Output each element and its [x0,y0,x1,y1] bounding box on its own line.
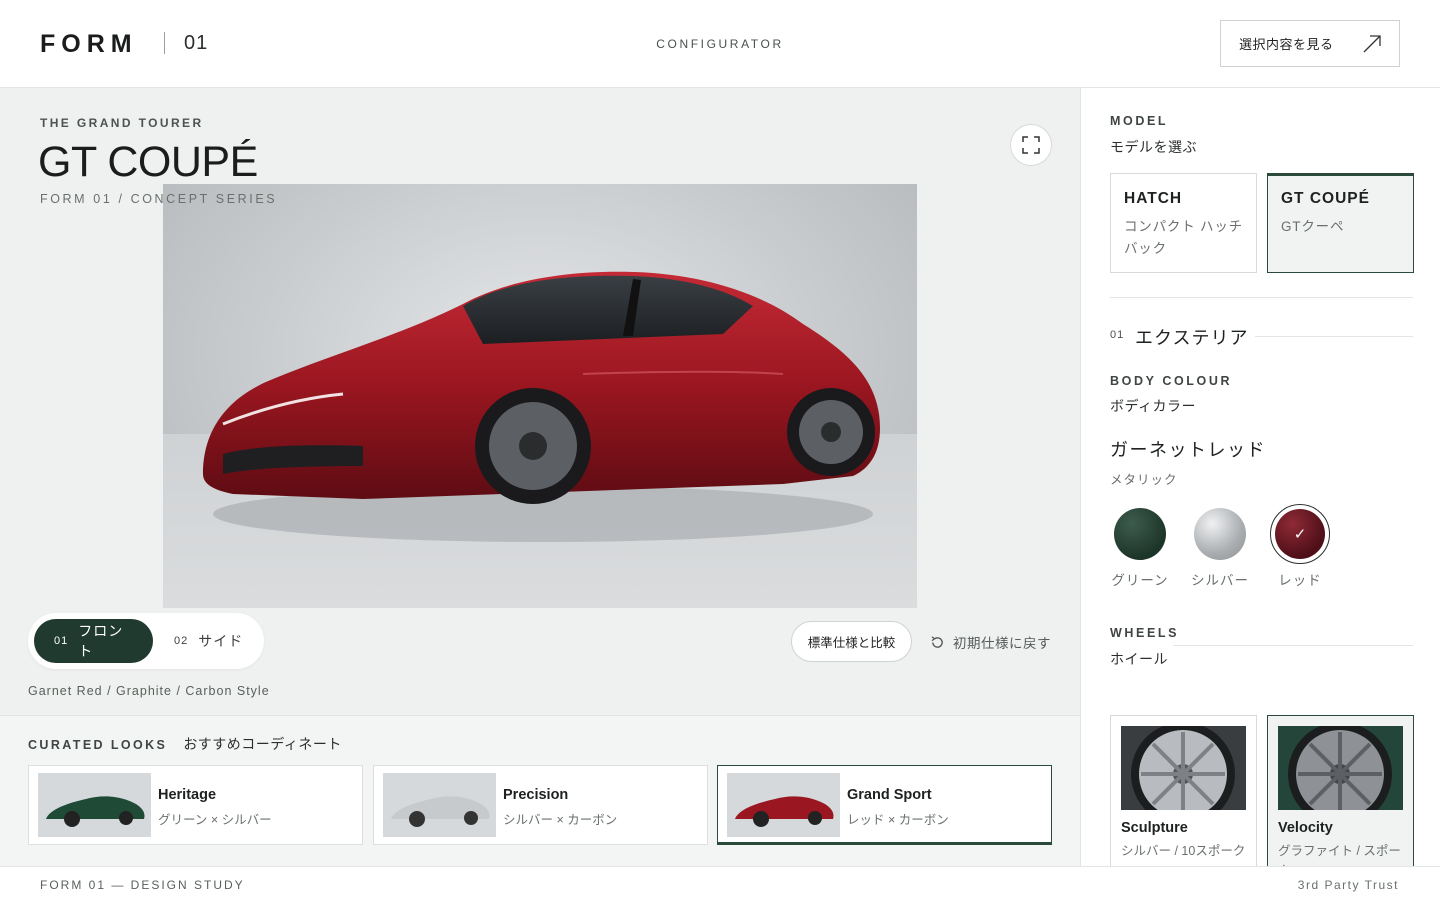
view-side-label: サイド [198,633,244,649]
footer-study-label: FORM 01 — DESIGN STUDY [40,878,245,892]
compare-standard-button[interactable]: 標準仕様と比較 [791,621,912,662]
look-name: Grand Sport [847,787,932,803]
car-stage: THE GRAND TOURER GT COUPÉ FORM 01 / CONC… [0,88,1080,715]
model-option-title: HATCH [1124,190,1183,207]
rotate-ccw-icon [931,635,943,648]
look-description: レッド × カーボン [847,813,949,827]
current-spec-summary: Garnet Red / Graphite / Carbon Style [28,684,270,698]
swatch-label-red: レッド [1278,573,1322,588]
model-title: GT COUPÉ [38,138,258,186]
look-thumbnail [727,773,840,837]
app-header: FORM 01 CONFIGURATOR 選択内容を見る [0,0,1440,88]
reset-spec-link[interactable]: 初期仕様に戻す [930,632,1051,652]
model-option-gt-coupe[interactable]: GT COUPÉ GTクーペ [1267,173,1414,273]
model-option-description: コンパクト ハッチバック [1124,219,1243,256]
wheels-section-label: WHEELS [1110,626,1180,640]
look-card-grand-sport[interactable]: Grand Sport レッド × カーボン [717,765,1052,845]
wheel-option-description: グラファイト / スポーク [1278,844,1401,866]
curated-looks-section: CURATED LOOKS おすすめコーディネート Heritage グリーン … [0,715,1080,866]
body-colour-label: BODY COLOUR [1110,374,1233,388]
selected-colour-name: ガーネットレッド [1110,440,1266,460]
look-card-precision[interactable]: Precision シルバー × カーボン [373,765,708,845]
selected-colour-finish: メタリック [1110,473,1178,487]
view-side-button[interactable]: 02 サイド [154,619,263,663]
view-selection-button[interactable]: 選択内容を見る [1220,20,1400,67]
view-front-number: 01 [54,635,69,647]
model-section-label: MODEL [1110,114,1169,128]
colour-swatch-red[interactable]: ✓ [1270,504,1330,564]
fullscreen-button[interactable] [1010,124,1052,166]
view-front-label: フロント [78,623,124,659]
model-section-subtitle: モデルを選ぶ [1110,139,1197,155]
exterior-step-title: エクステリア [1135,328,1249,348]
view-front-button[interactable]: 01 フロント [34,619,153,663]
look-thumbnail [38,773,151,837]
curated-looks-title: CURATED LOOKS [28,738,168,752]
swatch-label-silver: シルバー [1191,573,1249,588]
colour-swatch-silver[interactable] [1194,508,1246,560]
model-eyebrow: THE GRAND TOURER [40,116,204,130]
car-preview-image [163,184,917,608]
model-series: FORM 01 / CONCEPT SERIES [40,192,278,206]
exterior-divider [1255,336,1413,337]
wheel-thumbnail [1278,726,1403,810]
check-icon: ✓ [1275,509,1325,559]
wheels-divider [1173,645,1413,646]
app-footer: FORM 01 — DESIGN STUDY 3rd Party Trust [0,866,1440,900]
wheel-option-description: シルバー / 10スポーク [1121,844,1246,858]
colour-swatch-green[interactable] [1114,508,1166,560]
view-side-number: 02 [174,635,189,647]
car-illustration [203,271,880,542]
wheel-thumbnail [1121,726,1246,810]
look-thumbnail [383,773,496,837]
model-option-title: GT COUPÉ [1281,190,1370,207]
expand-icon [1022,136,1040,154]
wheel-option-sculpture[interactable]: Sculpture シルバー / 10スポーク [1110,715,1257,866]
look-description: グリーン × シルバー [158,813,272,827]
reset-spec-label: 初期仕様に戻す [953,636,1051,651]
look-description: シルバー × カーボン [503,813,618,827]
model-option-hatch[interactable]: HATCH コンパクト ハッチバック [1110,173,1257,273]
look-name: Heritage [158,787,217,803]
look-name: Precision [503,787,569,803]
wheel-option-velocity[interactable]: Velocity グラファイト / スポーク [1267,715,1414,866]
config-sidebar: MODEL モデルを選ぶ HATCH コンパクト ハッチバック GT COUPÉ… [1080,88,1440,866]
view-toggle: 01 フロント 02 サイド [28,613,264,669]
wheels-section-subtitle: ホイール [1110,651,1168,667]
curated-looks-header: CURATED LOOKS おすすめコーディネート [28,734,342,754]
section-divider [1110,297,1413,298]
model-option-description: GTクーペ [1281,219,1345,234]
curated-looks-subtitle: おすすめコーディネート [183,736,342,752]
exterior-step-number: 01 [1110,329,1125,341]
wheel-option-title: Velocity [1278,820,1333,836]
view-selection-label: 選択内容を見る [1239,37,1334,52]
body-colour-subtitle: ボディカラー [1110,398,1197,414]
swatch-label-green: グリーン [1111,573,1169,588]
look-card-heritage[interactable]: Heritage グリーン × シルバー [28,765,363,845]
third-party-trust-link[interactable]: 3rd Party Trust [1298,878,1399,892]
arrow-up-right-icon [1363,35,1381,53]
wheel-option-title: Sculpture [1121,820,1188,836]
